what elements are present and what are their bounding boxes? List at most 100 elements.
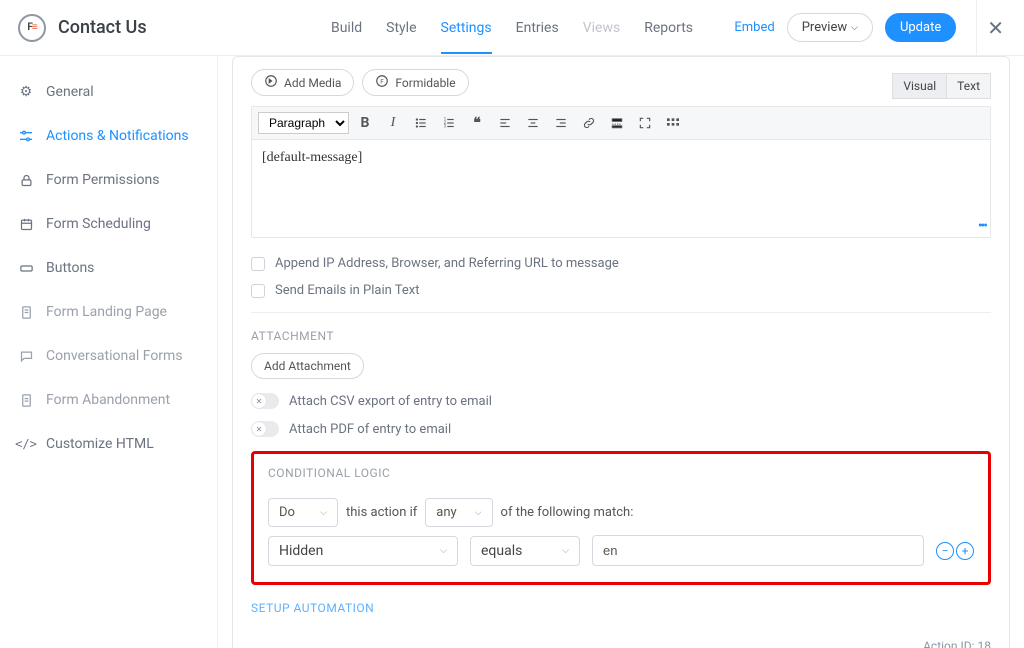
brand: F≡ Contact Us: [18, 14, 147, 42]
insert-more-button[interactable]: [605, 111, 629, 135]
rule-operator-value: equals: [481, 543, 522, 559]
tab-views[interactable]: Views: [583, 2, 621, 54]
remove-rule-button[interactable]: −: [936, 542, 954, 560]
italic-button[interactable]: I: [381, 111, 405, 135]
preview-label: Preview: [802, 20, 847, 35]
sidebar-item-general[interactable]: ⚙ General: [0, 70, 217, 114]
align-right-button[interactable]: [549, 111, 573, 135]
sidebar-item-html[interactable]: </> Customize HTML: [0, 422, 217, 466]
do-select-value: Do: [279, 505, 295, 520]
form-action-panel: Add Media F Formidable Visual Text: [232, 56, 1010, 648]
number-list-button[interactable]: 123: [437, 111, 461, 135]
sidebar: ⚙ General Actions & Notifications Form P…: [0, 56, 218, 648]
editor-content[interactable]: [default-message]: [252, 140, 990, 218]
condition-rule: Hidden⌵ equals⌵ − +: [268, 535, 974, 566]
attach-csv-toggle[interactable]: [251, 393, 279, 409]
tab-reports[interactable]: Reports: [644, 2, 693, 54]
tab-settings[interactable]: Settings: [441, 2, 492, 54]
attach-pdf-toggle[interactable]: [251, 421, 279, 437]
conditional-heading: CONDITIONAL LOGIC: [268, 466, 974, 490]
do-select[interactable]: Do ⌵: [268, 498, 338, 527]
formidable-button[interactable]: F Formidable: [362, 69, 468, 96]
fullscreen-button[interactable]: [633, 111, 657, 135]
sidebar-item-label: Form Scheduling: [46, 216, 151, 232]
sidebar-item-abandonment[interactable]: Form Abandonment: [0, 378, 217, 422]
cond-text-1: this action if: [346, 505, 417, 520]
gear-icon: ⚙: [18, 84, 34, 100]
rule-value-input[interactable]: [592, 535, 924, 566]
code-icon: </>: [18, 436, 34, 452]
sidebar-item-buttons[interactable]: Buttons: [0, 246, 217, 290]
editor-mode-tabs: Visual Text: [892, 73, 991, 99]
add-rule-button[interactable]: +: [956, 542, 974, 560]
formidable-icon: F: [375, 74, 389, 91]
conditional-sentence: Do ⌵ this action if any⌵ of the following…: [268, 490, 974, 535]
add-media-button[interactable]: Add Media: [251, 69, 354, 96]
sidebar-item-scheduling[interactable]: Form Scheduling: [0, 202, 217, 246]
button-icon: [18, 260, 34, 276]
header-actions: Embed Preview⌵ Update ✕: [734, 0, 1006, 56]
slider-icon: [18, 128, 34, 144]
update-button[interactable]: Update: [885, 13, 956, 42]
preview-button[interactable]: Preview⌵: [787, 13, 873, 42]
chevron-down-icon: ⌵: [320, 508, 327, 518]
quote-button[interactable]: ❝: [465, 111, 489, 135]
embed-link[interactable]: Embed: [734, 20, 774, 35]
sidebar-item-label: Customize HTML: [46, 436, 154, 452]
sidebar-item-label: Form Landing Page: [46, 304, 167, 320]
header: F≡ Contact Us Build Style Settings Entri…: [0, 0, 1024, 56]
tab-style[interactable]: Style: [386, 2, 416, 54]
append-ip-checkbox[interactable]: Append IP Address, Browser, and Referrin…: [251, 250, 991, 277]
calendar-icon: [18, 216, 34, 232]
attach-pdf-label: Attach PDF of entry to email: [289, 422, 451, 437]
sidebar-item-actions[interactable]: Actions & Notifications: [0, 114, 217, 158]
sidebar-item-label: Actions & Notifications: [46, 128, 189, 144]
bold-button[interactable]: B: [353, 111, 377, 135]
body: ⚙ General Actions & Notifications Form P…: [0, 56, 1024, 648]
cond-text-2: of the following match:: [501, 505, 634, 520]
sidebar-item-permissions[interactable]: Form Permissions: [0, 158, 217, 202]
close-icon[interactable]: ✕: [976, 0, 1006, 56]
checkbox-icon: [251, 257, 265, 271]
format-select[interactable]: Paragraph: [258, 112, 349, 134]
sidebar-item-label: Form Permissions: [46, 172, 159, 188]
any-select[interactable]: any⌵: [425, 498, 492, 527]
editor-tab-text[interactable]: Text: [946, 73, 991, 99]
sidebar-item-landing[interactable]: Form Landing Page: [0, 290, 217, 334]
attach-csv-row: Attach CSV export of entry to email: [251, 387, 991, 415]
plain-text-checkbox[interactable]: Send Emails in Plain Text: [251, 277, 991, 304]
add-media-label: Add Media: [284, 76, 341, 90]
editor-toolbar: Paragraph B I 123 ❝: [252, 107, 990, 140]
rule-operator-select[interactable]: equals⌵: [470, 536, 580, 566]
main: Add Media F Formidable Visual Text: [218, 56, 1024, 648]
checkbox-icon: [251, 284, 265, 298]
chevron-down-icon: ⌵: [475, 508, 482, 518]
document-icon: [18, 392, 34, 408]
toolbar-toggle-button[interactable]: [661, 111, 685, 135]
link-button[interactable]: [577, 111, 601, 135]
media-row: Add Media F Formidable: [251, 57, 991, 106]
rule-field-select[interactable]: Hidden⌵: [268, 536, 458, 566]
rule-actions: − +: [936, 542, 974, 560]
sidebar-item-label: Buttons: [46, 260, 94, 276]
tab-entries[interactable]: Entries: [516, 2, 559, 54]
editor-resize-handle[interactable]: •••: [252, 218, 990, 237]
align-center-button[interactable]: [521, 111, 545, 135]
conditional-logic-box: CONDITIONAL LOGIC Do ⌵ this action if any…: [251, 451, 991, 585]
editor-tab-visual[interactable]: Visual: [892, 73, 946, 99]
add-attachment-button[interactable]: Add Attachment: [251, 353, 364, 379]
sidebar-item-conversational[interactable]: Conversational Forms: [0, 334, 217, 378]
header-tabs: Build Style Settings Entries Views Repor…: [331, 2, 693, 54]
action-id: Action ID: 18: [251, 625, 991, 648]
attachment-heading: ATTACHMENT: [251, 313, 991, 353]
formidable-label: Formidable: [395, 76, 455, 90]
chevron-down-icon: ⌵: [440, 546, 447, 556]
tab-build[interactable]: Build: [331, 2, 362, 54]
svg-text:F: F: [381, 77, 385, 85]
bullet-list-button[interactable]: [409, 111, 433, 135]
attach-pdf-row: Attach PDF of entry to email: [251, 415, 991, 443]
align-left-button[interactable]: [493, 111, 517, 135]
setup-automation-link[interactable]: SETUP AUTOMATION: [251, 585, 991, 625]
plain-text-label: Send Emails in Plain Text: [275, 283, 420, 298]
sidebar-item-label: Conversational Forms: [46, 348, 183, 364]
